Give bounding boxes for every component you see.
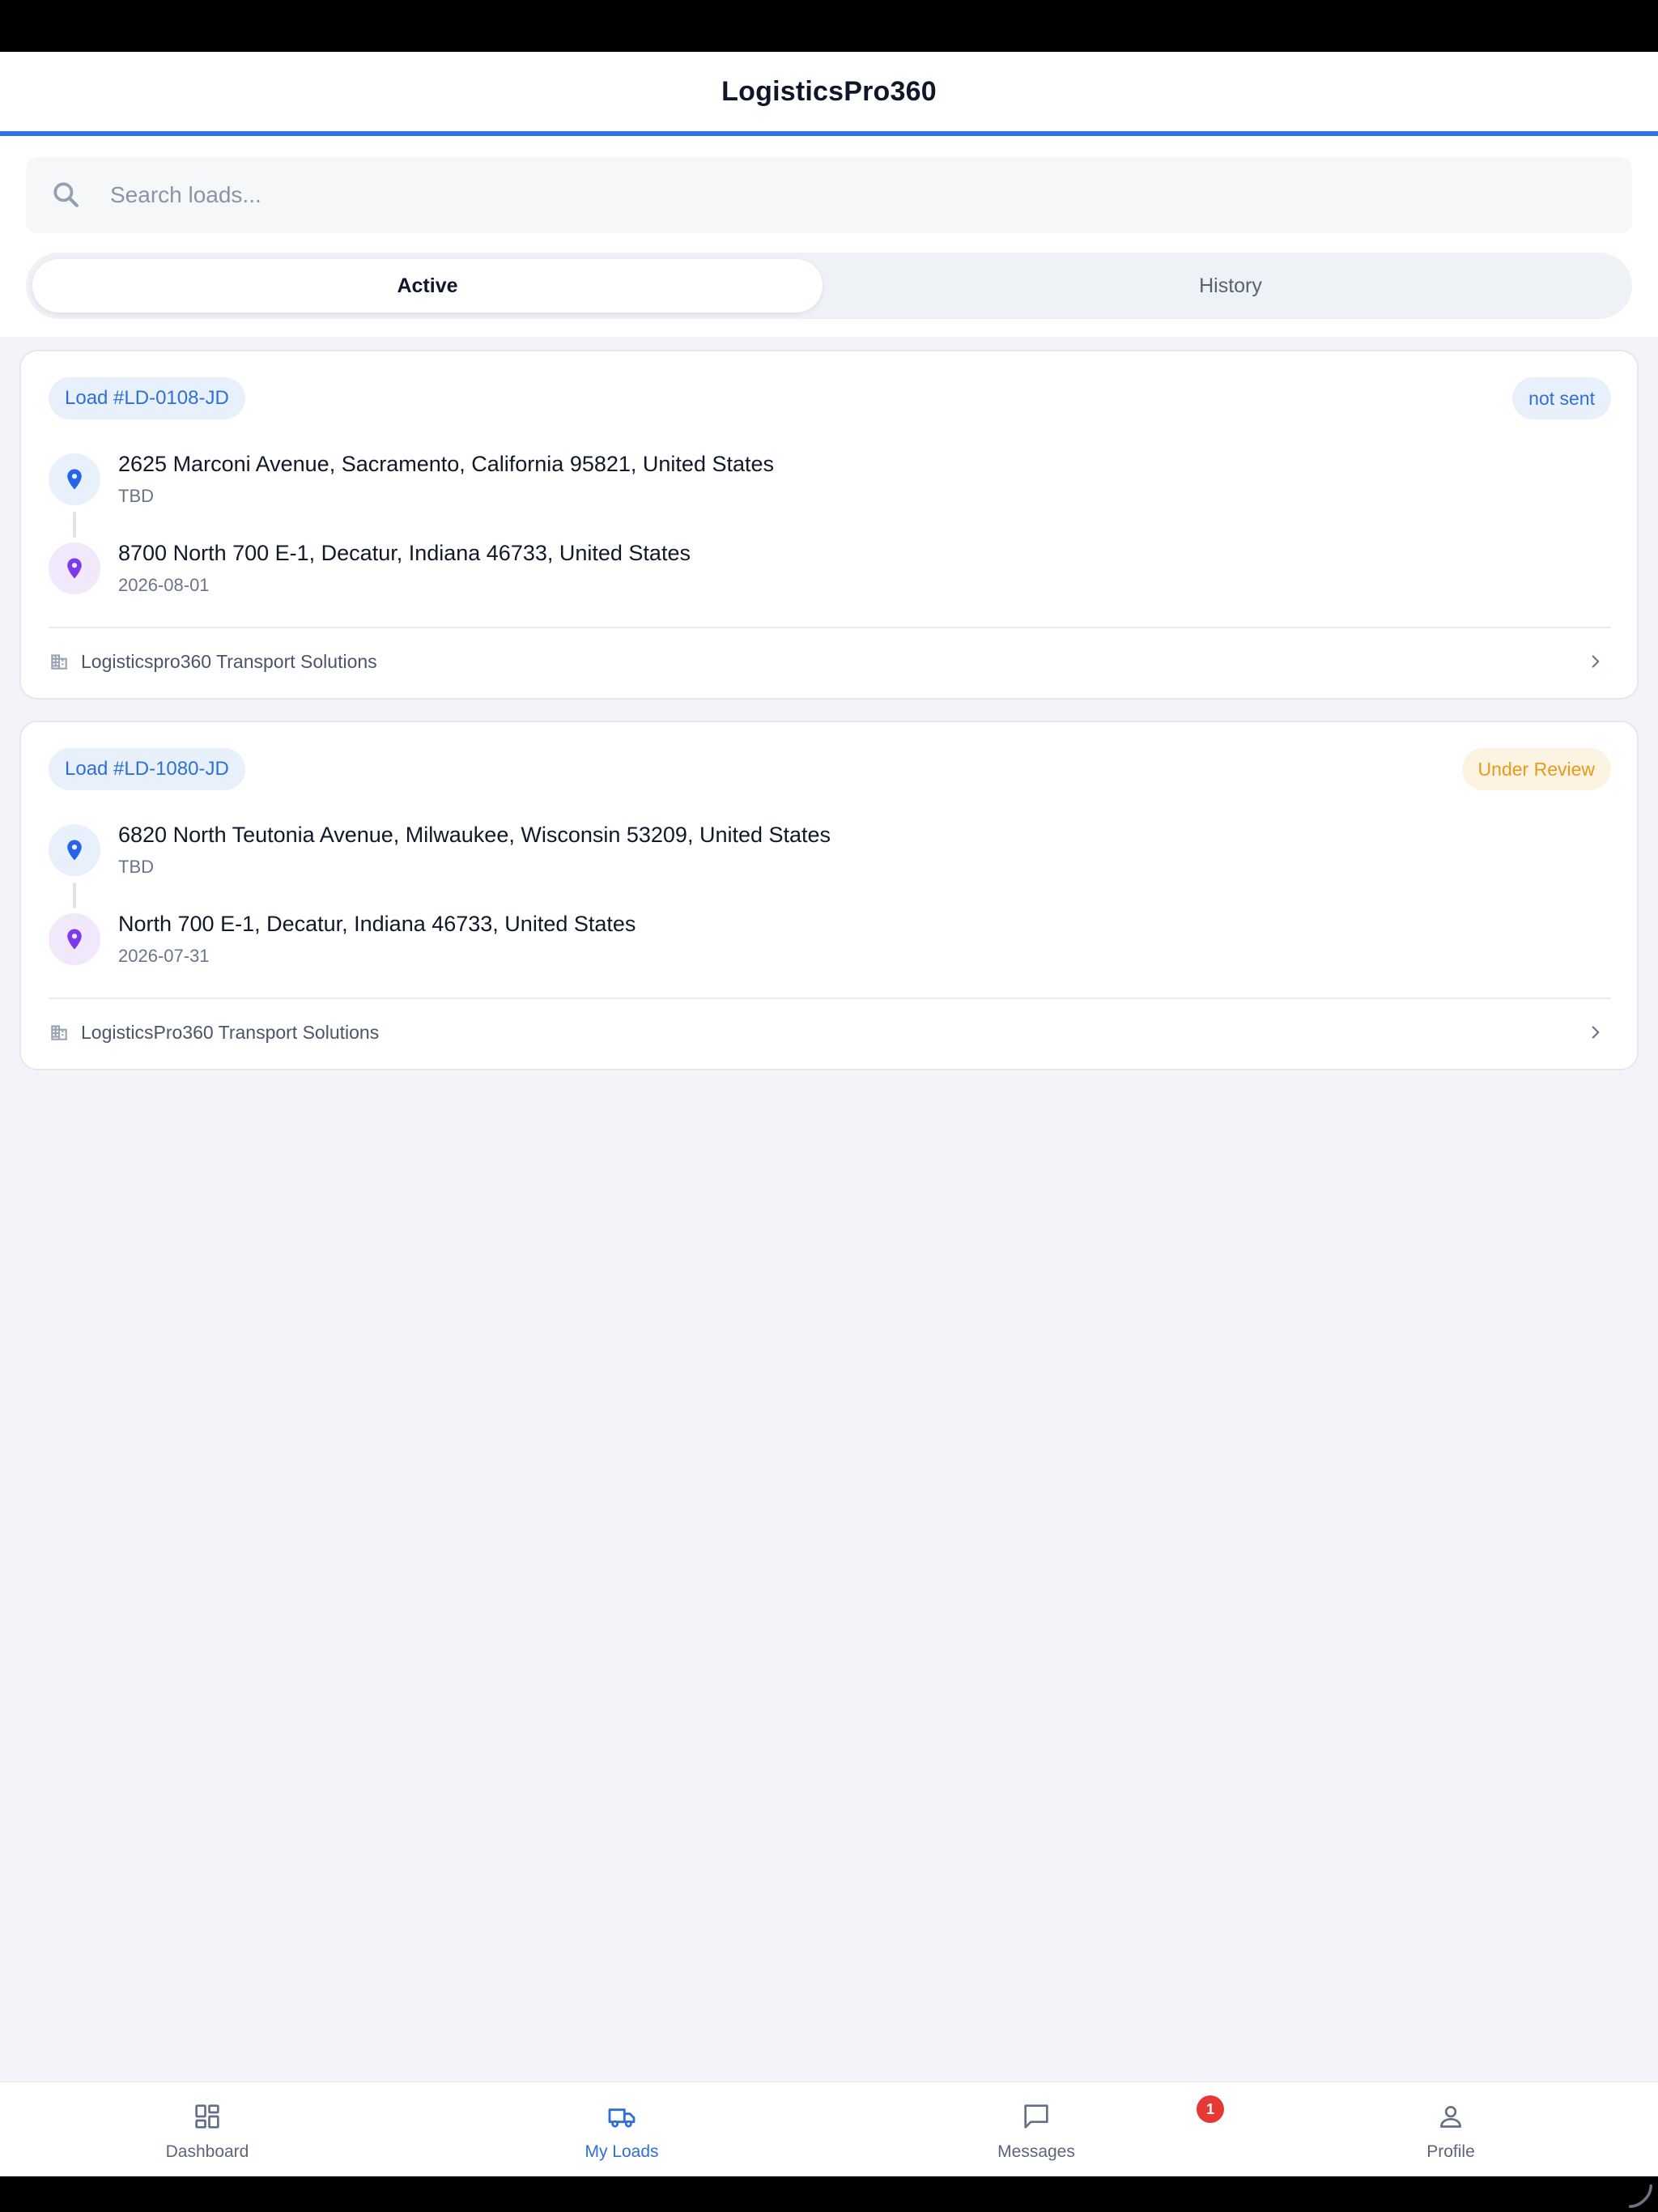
dropoff-date: 2026-07-31 [118, 946, 210, 966]
building-icon [51, 1025, 67, 1040]
tab-active[interactable]: Active [32, 259, 823, 313]
tab-my-loads[interactable]: My Loads [414, 2082, 829, 2178]
card-divider [49, 998, 1611, 999]
unread-badge: 1 [1197, 2095, 1224, 2123]
tab-profile[interactable]: Profile [1244, 2082, 1658, 2178]
filter-panel: Active History [0, 136, 1658, 337]
dropoff-date: 2026-08-01 [118, 575, 210, 595]
tab-dashboard[interactable]: Dashboard [0, 2082, 414, 2178]
app-header: LogisticsPro360 [0, 52, 1658, 136]
load-id-chip: Load #LD-0108-JD [49, 377, 245, 419]
building-icon [51, 654, 67, 670]
app-title: LogisticsPro360 [721, 75, 937, 107]
load-id-chip: Load #LD-1080-JD [49, 748, 245, 790]
tab-messages[interactable]: Messages [829, 2082, 1244, 2178]
company-row[interactable]: LogisticsPro360 Transport Solutions [49, 1012, 1611, 1053]
tab-label: Messages [997, 2142, 1075, 2161]
resize-handle-icon [1628, 2184, 1652, 2208]
company-name: LogisticsPro360 Transport Solutions [81, 1021, 380, 1043]
status-badge: Under Review [1461, 748, 1611, 790]
chevron-right-icon[interactable] [1585, 651, 1606, 672]
pickup-address: 6820 North Teutonia Avenue, Milwaukee, W… [118, 823, 831, 847]
dropoff-address: 8700 North 700 E-1, Decatur, Indiana 467… [118, 541, 691, 565]
dropoff-pin-icon [49, 913, 100, 965]
search-bar[interactable] [26, 157, 1632, 233]
route-connector [73, 883, 76, 908]
tab-history[interactable]: History [835, 259, 1626, 313]
pickup-date: TBD [118, 486, 154, 506]
search-icon [53, 182, 79, 207]
message-icon [1024, 2104, 1048, 2129]
route-connector [73, 512, 76, 538]
pickup-address: 2625 Marconi Avenue, Sacramento, Califor… [118, 452, 774, 476]
company-name: Logisticspro360 Transport Solutions [81, 650, 377, 672]
pickup-pin-icon [49, 453, 100, 505]
load-segment-control: Active History [26, 253, 1632, 319]
status-badge: not sent [1512, 377, 1611, 419]
dropoff-address: North 700 E-1, Decatur, Indiana 46733, U… [118, 912, 636, 936]
pickup-pin-icon [49, 824, 100, 876]
company-row[interactable]: Logisticspro360 Transport Solutions [49, 641, 1611, 682]
tab-label: Profile [1426, 2142, 1475, 2161]
truck-icon [608, 2108, 636, 2128]
load-card[interactable]: Load #LD-0108-JD not sent 2625 Marconi A… [19, 350, 1639, 700]
status-bar [0, 0, 1658, 52]
dropoff-pin-icon [49, 542, 100, 594]
home-indicator-bar [0, 2176, 1658, 2212]
tab-label: My Loads [585, 2142, 659, 2161]
dashboard-icon [195, 2104, 219, 2129]
tab-label: Dashboard [165, 2142, 249, 2161]
card-divider [49, 627, 1611, 628]
pickup-date: TBD [118, 857, 154, 877]
search-input[interactable] [110, 157, 1600, 233]
bottom-tab-bar: Dashboard My Loads Messages 1 Profile [0, 2081, 1658, 2176]
chevron-right-icon[interactable] [1585, 1022, 1606, 1043]
person-icon [1440, 2106, 1461, 2128]
load-card[interactable]: Load #LD-1080-JD Under Review 6820 North… [19, 721, 1639, 1070]
